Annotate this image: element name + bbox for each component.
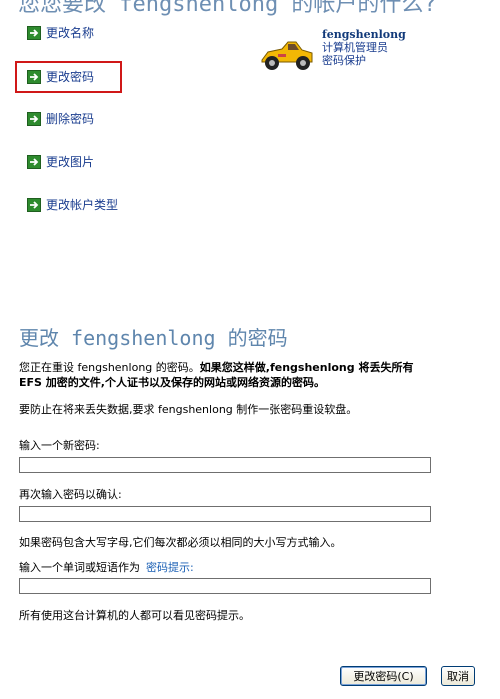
cancel-button[interactable]: 取消 (441, 666, 475, 686)
password-hint-field[interactable] (19, 578, 431, 594)
task-label: 删除密码 (46, 112, 95, 126)
password-hint-link[interactable]: 密码提示: (146, 561, 194, 574)
hint-label: 输入一个单词或短语作为 (19, 561, 140, 574)
change-picture-task[interactable]: 更改图片 (27, 153, 94, 170)
change-password-task[interactable]: 更改密码 (27, 68, 94, 85)
arrow-right-icon (27, 197, 41, 212)
case-sensitive-note: 如果密码包含大写字母,它们每次都必须以相同的大小写方式输入。 (19, 536, 342, 549)
change-account-type-task[interactable]: 更改帐户类型 (27, 196, 118, 213)
arrow-right-icon (27, 111, 41, 126)
change-password-button[interactable]: 更改密码(C) (340, 666, 427, 686)
user-card: fengshenlong 计算机管理员 密码保护 (258, 28, 406, 74)
user-role: 计算机管理员 (322, 41, 388, 54)
section-title: 更改 fengshenlong 的密码 (19, 326, 288, 350)
arrow-right-icon (27, 154, 41, 169)
hint-label-row: 输入一个单词或短语作为 密码提示: (19, 559, 194, 575)
change-name-task[interactable]: 更改名称 (27, 24, 94, 41)
window-edge (482, 0, 500, 699)
task-label: 更改密码 (46, 70, 95, 84)
race-car-icon (261, 41, 313, 70)
user-status: 密码保护 (322, 54, 366, 67)
arrow-right-icon (27, 69, 41, 84)
task-label: 更改名称 (46, 26, 95, 40)
new-password-field[interactable] (19, 457, 431, 473)
confirm-password-field[interactable] (19, 506, 431, 522)
remove-password-task[interactable]: 删除密码 (27, 110, 94, 127)
hint-visibility-note: 所有使用这台计算机的人都可以看见密码提示。 (19, 609, 250, 622)
arrow-right-icon (27, 25, 41, 40)
page-heading: 您您要改 fengshenlong 的帐户的什么? (18, 0, 437, 17)
warning-text: 您正在重设 fengshenlong 的密码。如果您这样做,fengshenlo… (19, 360, 439, 390)
user-name: fengshenlong (322, 28, 406, 41)
task-label: 更改图片 (46, 155, 95, 169)
prevent-loss-text: 要防止在将来丢失数据,要求 fengshenlong 制作一张密码重设软盘。 (19, 403, 358, 416)
new-password-label: 输入一个新密码: (19, 439, 100, 452)
warning-normal: 您正在重设 fengshenlong 的密码。 (19, 361, 200, 374)
confirm-password-label: 再次输入密码以确认: (19, 488, 122, 501)
task-label: 更改帐户类型 (46, 198, 119, 212)
